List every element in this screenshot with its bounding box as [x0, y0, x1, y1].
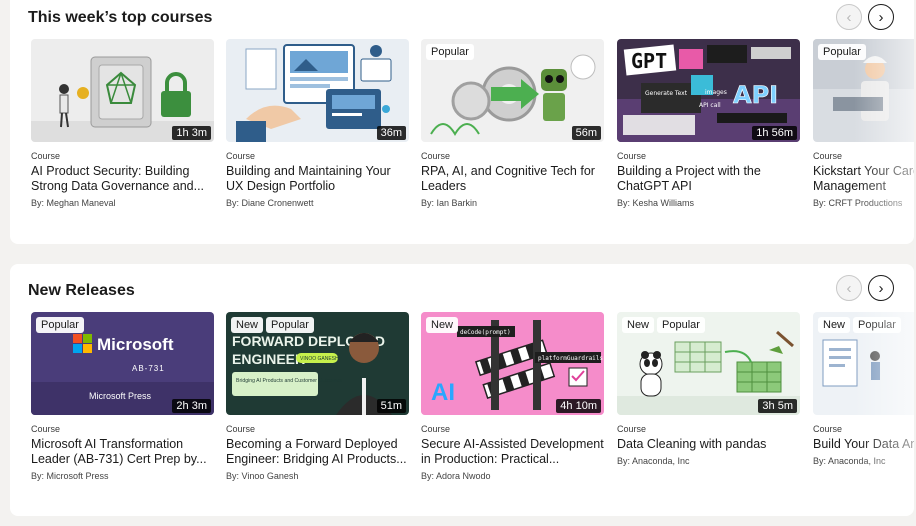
course-title[interactable]: Secure AI-Assisted Development in Produc… — [421, 437, 604, 467]
carousel-prev-button[interactable]: ‹ — [836, 275, 862, 301]
course-card[interactable]: Microsoft AB-731 Microsoft Press Popular… — [31, 312, 214, 481]
popular-badge: Popular — [853, 317, 901, 333]
collage-images-text: images — [705, 89, 727, 96]
carousel-prev-button[interactable]: ‹ — [836, 4, 862, 30]
course-card[interactable]: Popular 56m Course RPA, AI, and Cognitiv… — [421, 39, 604, 208]
badge-group: Popular — [818, 44, 866, 60]
course-title[interactable]: AI Product Security: Building Strong Dat… — [31, 164, 214, 194]
publisher-text: Microsoft Press — [89, 391, 152, 401]
content-type-label: Course — [226, 424, 256, 434]
top-courses-section: This week’s top courses ‹ › 1h 3m Course… — [10, 0, 914, 244]
content-type-label: Course — [813, 151, 843, 161]
course-thumbnail: FORWARD DEPLOYED ENGINEER VINOO GANESH B… — [226, 312, 409, 415]
code-snippet-text: deCode(prompt) — [460, 329, 511, 336]
course-author: By: Diane Cronenwett — [226, 198, 314, 208]
badge-group: New Popular — [231, 317, 314, 333]
duration-badge: 4h 10m — [556, 399, 601, 413]
duration-badge: 1h 56m — [752, 126, 797, 140]
course-thumbnail: 36m — [226, 39, 409, 142]
guardrails-snippet-text: platformGuardrails — [538, 355, 603, 362]
content-type-label: Course — [226, 151, 256, 161]
course-author: By: Meghan Maneval — [31, 198, 116, 208]
course-author: By: Kesha Williams — [617, 198, 695, 208]
badge-group: New Popular — [622, 317, 705, 333]
content-type-label: Course — [617, 424, 647, 434]
content-type-label: Course — [31, 151, 61, 161]
course-thumbnail: 1h 3m — [31, 39, 214, 142]
badge-group: Popular — [36, 317, 84, 333]
collage-api-text: API — [733, 81, 778, 109]
course-author: By: Vinoo Ganesh — [226, 471, 299, 481]
new-badge: New — [818, 317, 851, 333]
chevron-right-icon: › — [878, 8, 884, 26]
duration-badge: 36m — [376, 126, 406, 140]
popular-badge: Popular — [818, 44, 866, 60]
chevron-right-icon: › — [878, 279, 884, 297]
course-card[interactable]: New Popular Course Build Your Data Analy… — [813, 312, 914, 466]
course-thumbnail: Popular — [813, 39, 914, 142]
course-thumbnail: New Popular 3h 5m — [617, 312, 800, 415]
content-type-label: Course — [617, 151, 647, 161]
microsoft-wordmark: Microsoft — [97, 335, 174, 354]
new-badge: New — [231, 317, 264, 333]
duration-badge: 56m — [571, 126, 601, 140]
popular-badge: Popular — [36, 317, 84, 333]
course-author: By: Microsoft Press — [31, 471, 109, 481]
content-type-label: Course — [421, 424, 451, 434]
chevron-left-icon: ‹ — [846, 8, 852, 26]
fde-line2-text: ENGINEER — [232, 351, 305, 367]
course-title[interactable]: Building and Maintaining Your UX Design … — [226, 164, 409, 194]
carousel-next-button[interactable]: › — [868, 275, 894, 301]
course-card[interactable]: deCode(prompt) platformGuardrails AI New… — [421, 312, 604, 481]
course-title[interactable]: Kickstart Your Career in Project Managem… — [813, 164, 914, 194]
chevron-left-icon: ‹ — [846, 279, 852, 297]
new-badge: New — [426, 317, 459, 333]
section-title: New Releases — [28, 282, 135, 299]
course-author: By: Adora Nwodo — [421, 471, 491, 481]
content-type-label: Course — [421, 151, 451, 161]
course-card[interactable]: 1h 3m Course AI Product Security: Buildi… — [31, 39, 214, 208]
course-card[interactable]: FORWARD DEPLOYED ENGINEER VINOO GANESH B… — [226, 312, 409, 481]
popular-badge: Popular — [266, 317, 314, 333]
badge-group: New Popular — [818, 317, 901, 333]
course-card[interactable]: New Popular 3h 5m Course Data Cleaning w… — [617, 312, 800, 466]
new-releases-section: New Releases ‹ › Microsoft AB-731 Micros… — [10, 264, 914, 516]
course-author: By: Anaconda, Inc — [813, 456, 886, 466]
fde-tag-text: VINOO GANESH — [300, 356, 339, 362]
new-badge: New — [622, 317, 655, 333]
course-title[interactable]: Building a Project with the ChatGPT API — [617, 164, 800, 194]
course-title[interactable]: RPA, AI, and Cognitive Tech for Leaders — [421, 164, 604, 194]
course-thumbnail: Popular 56m — [421, 39, 604, 142]
ai-big-text: AI — [431, 379, 455, 406]
duration-badge: 51m — [376, 399, 406, 413]
collage-call-text: API call — [699, 102, 721, 109]
duration-badge: 2h 3m — [172, 399, 211, 413]
course-card[interactable]: 36m Course Building and Maintaining Your… — [226, 39, 409, 208]
course-thumbnail: New Popular — [813, 312, 914, 415]
carousel-next-button[interactable]: › — [868, 4, 894, 30]
badge-group: New — [426, 317, 459, 333]
course-card[interactable]: GPT Generate Text images API call API 1h… — [617, 39, 800, 208]
course-title[interactable]: Becoming a Forward Deployed Engineer: Br… — [226, 437, 409, 467]
course-title[interactable]: Microsoft AI Transformation Leader (AB-7… — [31, 437, 214, 467]
fde-subtitle-text: Bridging AI Products and Customer Outcom… — [236, 378, 343, 384]
course-author: By: Anaconda, Inc — [617, 456, 690, 466]
popular-badge: Popular — [657, 317, 705, 333]
badge-group: Popular — [426, 44, 474, 60]
content-type-label: Course — [813, 424, 843, 434]
content-type-label: Course — [31, 424, 61, 434]
duration-badge: 3h 5m — [758, 399, 797, 413]
popular-badge: Popular — [426, 44, 474, 60]
course-thumbnail: Microsoft AB-731 Microsoft Press Popular… — [31, 312, 214, 415]
collage-generate-text: Generate Text — [645, 90, 688, 97]
collage-gpt-text: GPT — [631, 49, 667, 73]
section-title: This week’s top courses — [28, 9, 213, 26]
course-author: By: CRFT Productions — [813, 198, 903, 208]
course-thumbnail: GPT Generate Text images API call API 1h… — [617, 39, 800, 142]
course-thumbnail: deCode(prompt) platformGuardrails AI New… — [421, 312, 604, 415]
course-author: By: Ian Barkin — [421, 198, 478, 208]
duration-badge: 1h 3m — [172, 126, 211, 140]
cert-code-text: AB-731 — [132, 364, 165, 373]
course-card[interactable]: Popular Course Kickstart Your Career in … — [813, 39, 914, 208]
